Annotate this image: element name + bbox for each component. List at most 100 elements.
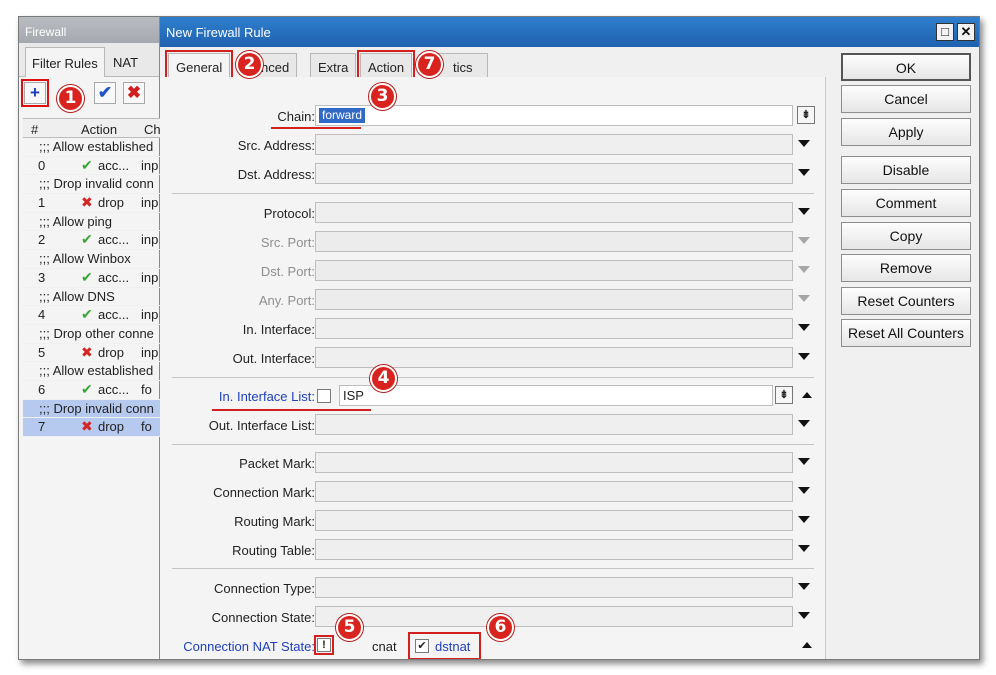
nat-state-not-checkbox[interactable]: !	[314, 635, 334, 655]
maximize-icon[interactable]: □	[936, 23, 954, 41]
rule-action: acc...	[98, 269, 130, 285]
rule-comment-row[interactable]: ;;; Drop other conne	[23, 325, 160, 344]
ok-button[interactable]: OK	[841, 53, 971, 81]
dst-port-dropdown-icon	[798, 266, 810, 273]
copy-button[interactable]: Copy	[841, 222, 971, 250]
remove-button[interactable]: Remove	[841, 254, 971, 282]
column-number[interactable]: #	[31, 122, 38, 137]
in-interface-row: In. Interface:	[160, 318, 826, 340]
src-address-field[interactable]	[315, 134, 793, 155]
nat-state-underline	[172, 659, 340, 660]
connection-state-dropdown-icon[interactable]	[798, 612, 810, 619]
rule-comment-row[interactable]: ;;; Allow established	[23, 362, 160, 381]
rule-action: acc...	[98, 307, 130, 323]
in-interface-label: In. Interface:	[242, 322, 315, 337]
packet-mark-row: Packet Mark:	[160, 452, 826, 474]
table-row[interactable]: 1 ✖ drop inp	[23, 194, 160, 213]
dst-port-field	[315, 260, 793, 281]
cancel-button[interactable]: Cancel	[841, 85, 971, 113]
close-icon[interactable]: ✕	[957, 23, 975, 41]
protocol-label: Protocol:	[263, 206, 315, 221]
firewall-tabs: Filter Rules NAT	[19, 43, 159, 77]
routing-mark-dropdown-icon[interactable]	[798, 516, 810, 523]
rule-comment-row[interactable]: ;;; Drop invalid conn	[23, 175, 160, 195]
column-action[interactable]: Action	[81, 122, 117, 137]
tab-action[interactable]: Action	[356, 50, 416, 82]
in-interface-list-label[interactable]: In. Interface List:	[219, 389, 315, 404]
src-address-dropdown-icon[interactable]	[798, 140, 810, 147]
any-port-field	[315, 289, 793, 310]
rule-comment-row[interactable]: ;;; Allow ping	[23, 213, 160, 232]
apply-button[interactable]: Apply	[841, 118, 971, 146]
routing-table-field[interactable]	[315, 539, 793, 560]
table-row[interactable]: 3 ✔ acc... inp	[23, 269, 160, 288]
routing-mark-field[interactable]	[315, 510, 793, 531]
table-row[interactable]: 0 ✔ acc... inp	[23, 157, 160, 176]
rule-comment-row[interactable]: ;;; Allow DNS	[23, 288, 160, 307]
tab-general[interactable]: General	[164, 50, 234, 83]
rules-table-body: ;;; Allow established 0 ✔ acc... inp ;;; Drop…	[23, 138, 160, 437]
tab-extra[interactable]: Extra	[310, 53, 357, 79]
packet-mark-label: Packet Mark:	[239, 456, 315, 471]
check-icon: ✔	[81, 231, 93, 248]
rule-action: drop	[98, 195, 125, 211]
srcnat-option-label[interactable]: cnat	[372, 639, 397, 654]
add-rule-button[interactable]: +	[21, 79, 49, 107]
in-interface-field[interactable]	[315, 318, 793, 339]
rule-comment-row[interactable]: ;;; Allow Winbox	[23, 250, 160, 269]
routing-table-row: Routing Table:	[160, 539, 826, 561]
chain-dropdown-button[interactable]: ⇟	[797, 106, 815, 124]
connection-nat-state-label[interactable]: Connection NAT State:	[183, 639, 315, 654]
tab-nat[interactable]: NAT	[107, 47, 144, 77]
packet-mark-field[interactable]	[315, 452, 793, 473]
packet-mark-dropdown-icon[interactable]	[798, 458, 810, 465]
dstnat-checkbox[interactable]: ✔	[415, 639, 429, 653]
any-port-label: Any. Port:	[258, 293, 315, 308]
connection-type-dropdown-icon[interactable]	[798, 583, 810, 590]
table-row[interactable]: 5 ✖ drop inp	[23, 344, 160, 363]
rule-comment-row[interactable]: ;;; Allow established	[23, 138, 160, 157]
out-interface-list-field[interactable]	[315, 414, 793, 435]
collapse-arrow-icon[interactable]	[802, 642, 812, 648]
check-icon: ✔	[81, 306, 93, 323]
dst-address-label: Dst. Address:	[237, 167, 315, 182]
dstnat-option[interactable]: ✔ dstnat	[408, 632, 481, 659]
table-row[interactable]: 4 ✔ acc... inp	[23, 306, 160, 325]
rule-comment-row[interactable]: ;;; Drop invalid conn	[23, 399, 160, 419]
disable-rule-button[interactable]: ✖	[123, 82, 145, 104]
comment-button[interactable]: Comment	[841, 189, 971, 217]
reset-counters-button[interactable]: Reset Counters	[841, 287, 971, 315]
rule-number: 4	[38, 307, 46, 323]
dst-address-dropdown-icon[interactable]	[798, 169, 810, 176]
collapse-arrow-icon[interactable]	[802, 392, 812, 398]
connection-type-field[interactable]	[315, 577, 793, 598]
connection-type-row: Connection Type:	[160, 577, 826, 599]
connection-state-field[interactable]	[315, 606, 793, 627]
connection-mark-field[interactable]	[315, 481, 793, 502]
rule-comment: ;;; Drop invalid conn	[39, 176, 154, 192]
in-interface-list-not-checkbox[interactable]	[317, 389, 331, 403]
enable-rule-button[interactable]: ✔	[94, 82, 116, 104]
protocol-field[interactable]	[315, 202, 793, 223]
table-row[interactable]: 2 ✔ acc... inp	[23, 231, 160, 251]
tab-filter-rules[interactable]: Filter Rules	[25, 47, 105, 77]
disable-button[interactable]: Disable	[841, 156, 971, 184]
table-row[interactable]: 6 ✔ acc... fo	[23, 381, 160, 400]
out-interface-list-dropdown-icon[interactable]	[798, 420, 810, 427]
in-interface-list-dropdown-button[interactable]: ⇟	[775, 386, 793, 404]
in-interface-dropdown-icon[interactable]	[798, 324, 810, 331]
protocol-dropdown-icon[interactable]	[798, 208, 810, 215]
table-row[interactable]: 7 ✖ drop fo	[23, 418, 160, 437]
out-interface-dropdown-icon[interactable]	[798, 353, 810, 360]
rules-table-header: # Action Ch	[23, 118, 161, 138]
rule-comment: ;;; Allow DNS	[39, 288, 115, 304]
callout-2: 2	[236, 51, 263, 78]
connection-mark-row: Connection Mark:	[160, 481, 826, 503]
connection-mark-dropdown-icon[interactable]	[798, 487, 810, 494]
routing-table-dropdown-icon[interactable]	[798, 545, 810, 552]
rules-table: # Action Ch ;;; Allow established 0 ✔ acc..…	[23, 118, 161, 437]
dst-address-field[interactable]	[315, 163, 793, 184]
column-chain[interactable]: Ch	[144, 122, 161, 137]
in-interface-list-field[interactable]: ISP	[339, 385, 773, 406]
reset-all-counters-button[interactable]: Reset All Counters	[841, 319, 971, 347]
